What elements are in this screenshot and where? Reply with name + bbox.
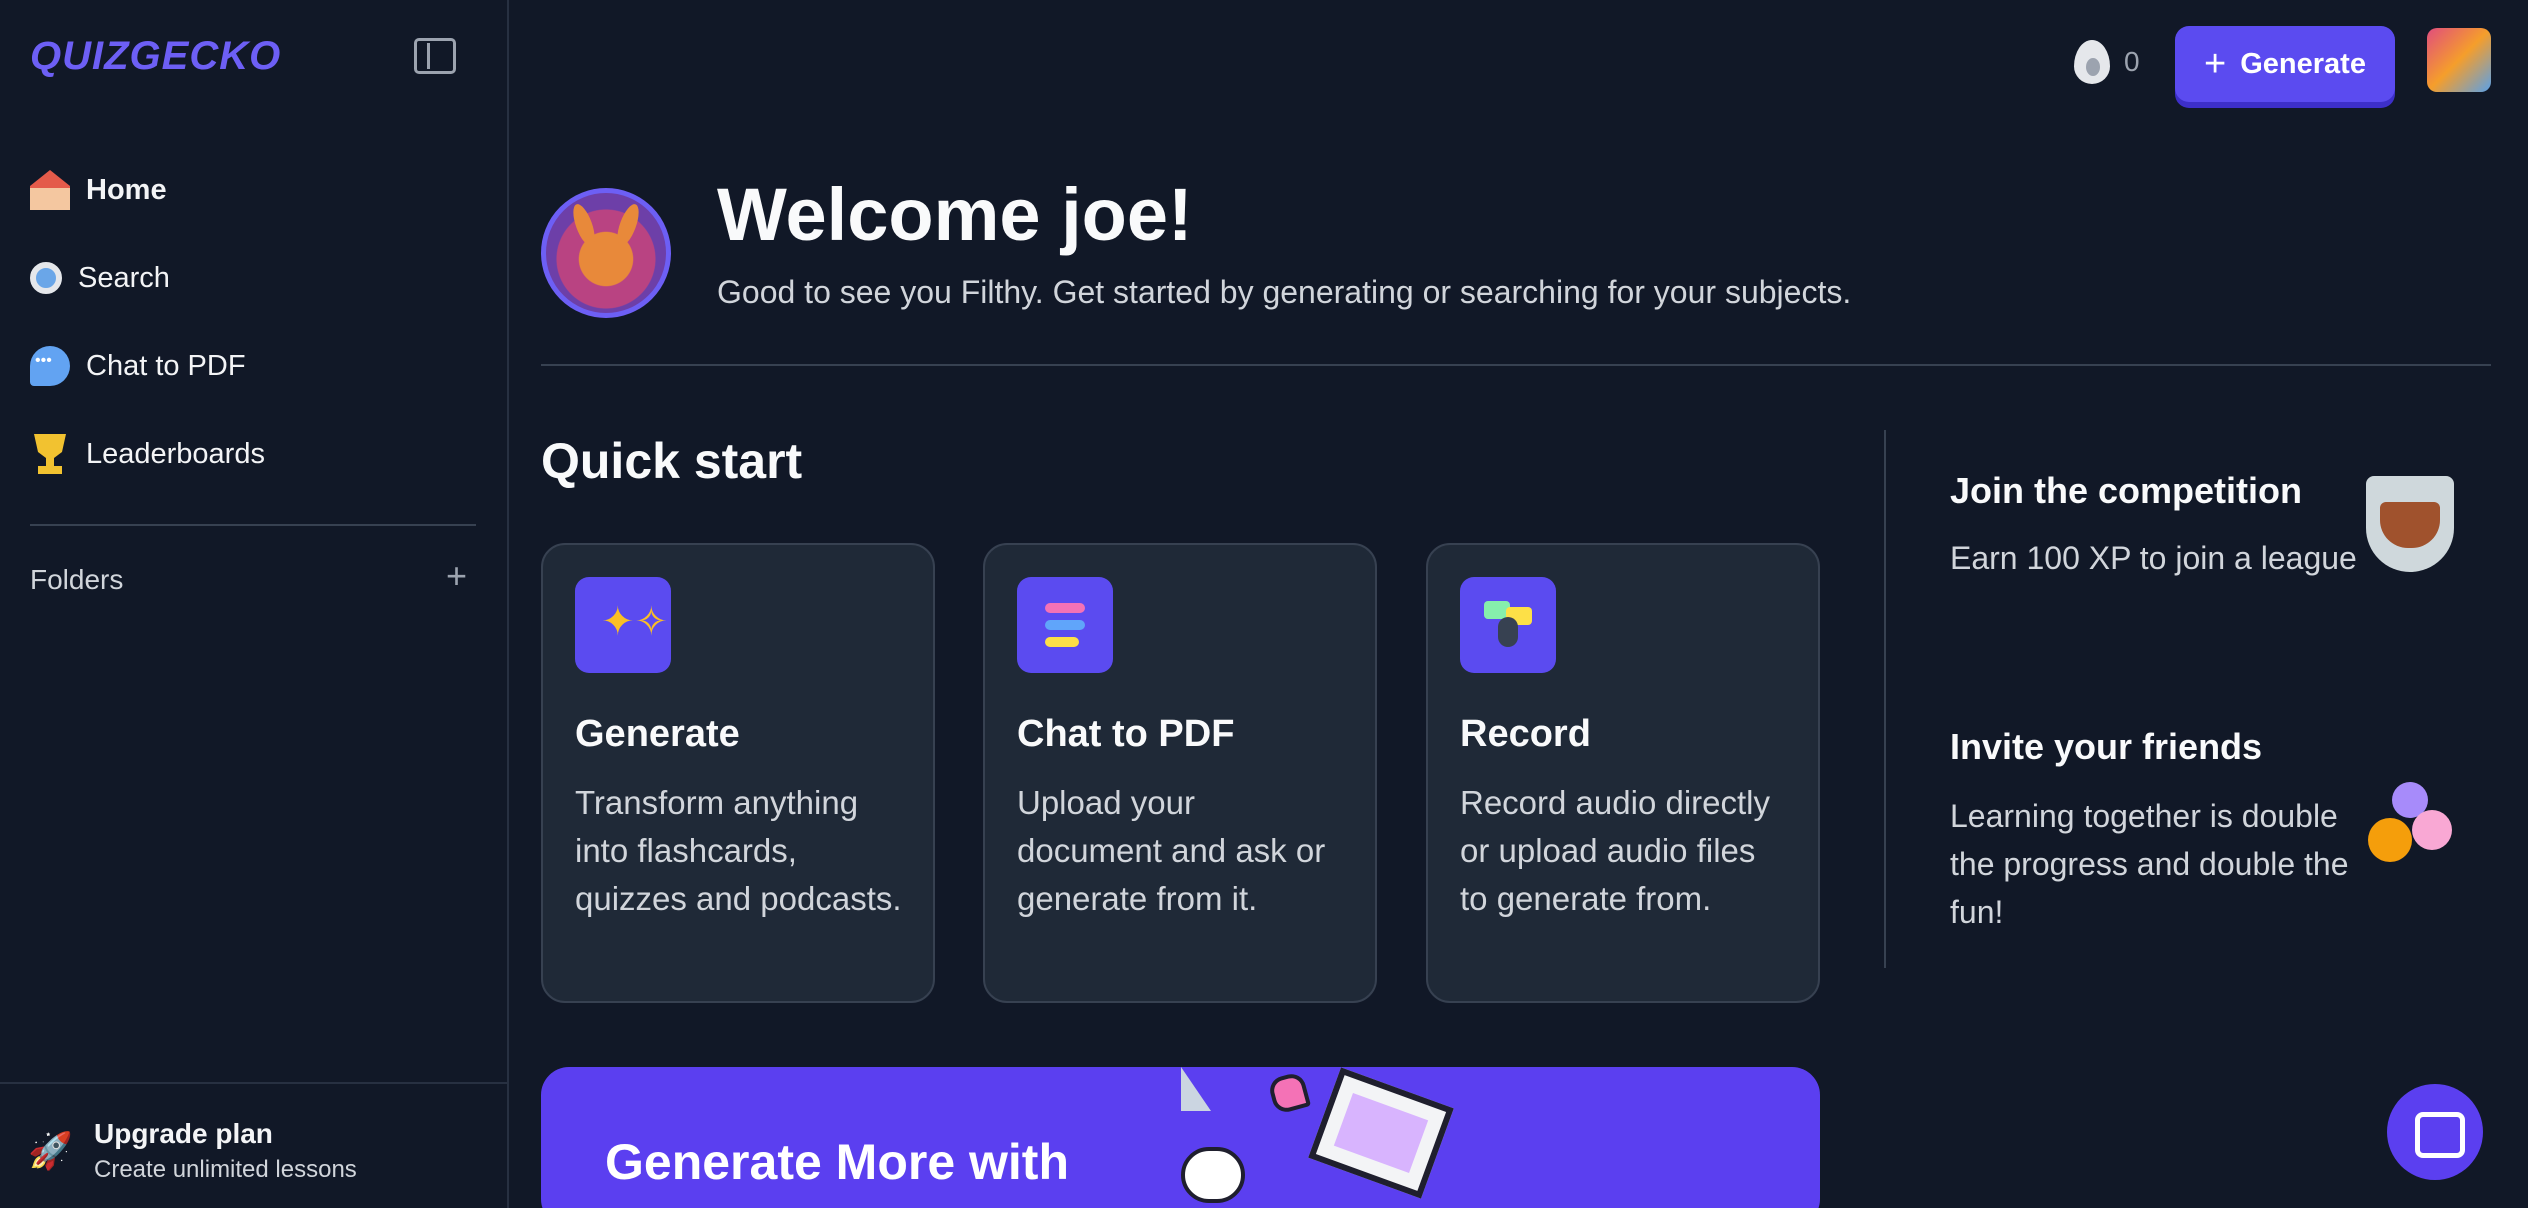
microphone-icon (1460, 577, 1556, 673)
sidebar-divider (30, 524, 476, 526)
welcome-avatar (541, 188, 671, 318)
card-description: Upload your document and ask or generate… (1017, 784, 1326, 917)
league-shield-icon (2366, 476, 2454, 572)
quick-start-heading: Quick start (541, 433, 803, 489)
quizgecko-logo[interactable]: QUIZGECKO (30, 34, 281, 79)
sidebar-toggle-icon[interactable] (414, 38, 456, 74)
heart-icon (1266, 1070, 1312, 1116)
sidebar-item-label: Home (86, 173, 167, 206)
chat-bars-icon (1017, 577, 1113, 673)
generate-button-label: Generate (2240, 47, 2366, 80)
generate-button[interactable]: + Generate (2175, 26, 2395, 102)
shard-illustration (1181, 1067, 1211, 1111)
photo-icon (1308, 1067, 1454, 1199)
sidebar-item-search[interactable]: Search (30, 248, 480, 308)
sidebar-item-label: Chat to PDF (86, 349, 246, 382)
speech-bubble-illustration (1181, 1147, 1245, 1203)
upgrade-plan-button[interactable]: 🚀 Upgrade plan Create unlimited lessons (28, 1118, 357, 1184)
competition-title[interactable]: Join the competition (1950, 470, 2302, 512)
sidebar-item-chat-to-pdf[interactable]: Chat to PDF (30, 336, 480, 396)
invite-description: Learning together is double the progress… (1950, 798, 2349, 930)
quick-start-card-generate[interactable]: ✦✧ Generate Transform anything into flas… (541, 543, 935, 1003)
streak-count: 0 (2124, 46, 2140, 77)
competition-description: Earn 100 XP to join a league (1950, 540, 2357, 576)
upgrade-title: Upgrade plan (94, 1118, 273, 1149)
card-title: Generate (575, 713, 740, 755)
card-title: Record (1460, 713, 1591, 755)
sparkles-icon: ✦✧ (575, 577, 671, 673)
plus-icon: + (2204, 43, 2227, 85)
home-icon (30, 170, 70, 210)
rocket-icon: 🚀 (28, 1130, 73, 1171)
upgrade-subtitle: Create unlimited lessons (94, 1156, 357, 1183)
sidebar-nav: Home Search Chat to PDF Leaderboards (30, 160, 480, 512)
quick-start-card-record[interactable]: Record Record audio directly or upload a… (1426, 543, 1820, 1003)
main-divider (541, 364, 2491, 366)
sidebar-item-label: Search (78, 261, 170, 294)
streak-drop-icon[interactable] (2074, 40, 2110, 84)
card-title: Chat to PDF (1017, 713, 1235, 755)
speech-bubble-icon (30, 346, 70, 386)
quick-start-card-chat-to-pdf[interactable]: Chat to PDF Upload your document and ask… (983, 543, 1377, 1003)
add-folder-button[interactable]: + (446, 558, 467, 594)
sidebar-item-leaderboards[interactable]: Leaderboards (30, 424, 480, 484)
invite-title[interactable]: Invite your friends (1950, 726, 2262, 768)
friends-icon (2366, 780, 2456, 870)
folders-label: Folders (30, 564, 124, 595)
sidebar-item-home[interactable]: Home (30, 160, 480, 220)
card-description: Record audio directly or upload audio fi… (1460, 784, 1770, 917)
banner-title: Generate More with (605, 1134, 1069, 1190)
sidebar-item-label: Leaderboards (86, 437, 265, 470)
vertical-divider (1884, 430, 1886, 968)
trophy-icon (34, 434, 66, 474)
magnifier-icon (30, 262, 62, 294)
sidebar-bottom-divider (0, 1082, 509, 1084)
upgrade-banner[interactable]: Generate More with (541, 1067, 1820, 1208)
user-avatar[interactable] (2427, 28, 2491, 92)
welcome-subtitle: Good to see you Filthy. Get started by g… (717, 274, 1852, 310)
support-chat-button[interactable] (2387, 1084, 2483, 1180)
card-description: Transform anything into flashcards, quiz… (575, 784, 902, 917)
sidebar: QUIZGECKO Home Search Chat to PDF Leader… (0, 0, 509, 1208)
page-title: Welcome joe! (717, 173, 1193, 256)
